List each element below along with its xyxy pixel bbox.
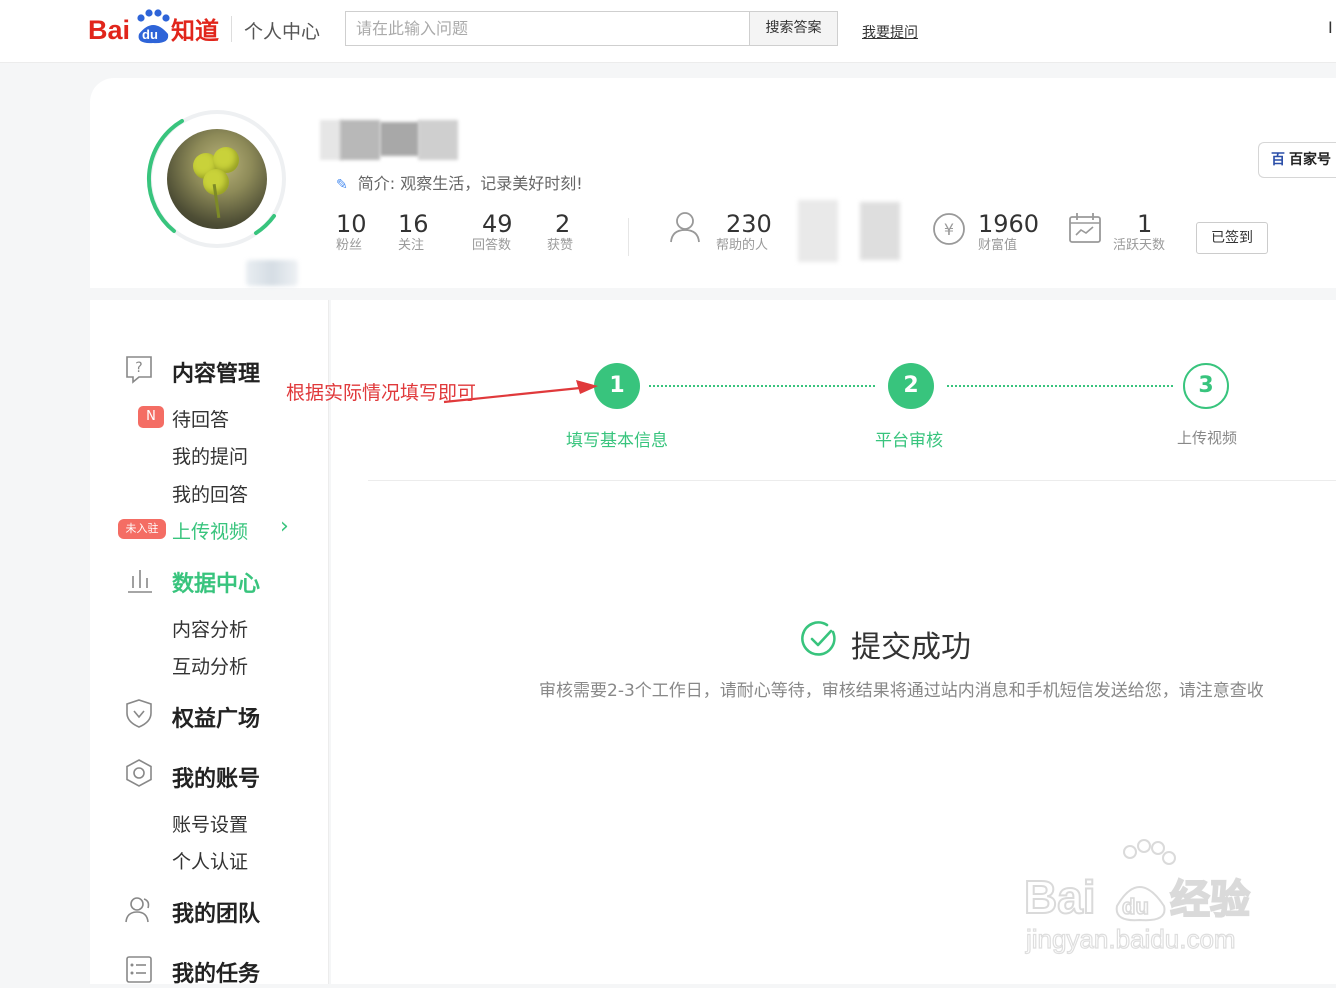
sidebar-section-content-management[interactable]: 内容管理	[172, 356, 260, 388]
step-3-label: 上传视频	[1176, 429, 1237, 447]
search-input[interactable]: 请在此输入问题	[345, 11, 749, 46]
sidebar-item-personal-verification[interactable]: 个人认证	[172, 847, 248, 874]
wealth-count: 1960	[978, 210, 1040, 238]
stat-label: 粉丝	[336, 238, 363, 253]
top-right-menu[interactable]: I	[1328, 18, 1333, 37]
success-check-icon	[801, 621, 836, 656]
chevron-right-icon[interactable]: ›	[280, 514, 289, 539]
stat-label: 回答数	[472, 238, 512, 253]
sidebar-item-my-questions[interactable]: 我的提问	[172, 442, 248, 469]
sidebar-section-benefits[interactable]: 权益广场	[172, 701, 260, 733]
sidebar-item-content-analysis[interactable]: 内容分析	[172, 615, 248, 642]
step-2-circle: 2	[888, 363, 934, 409]
svg-text:Bai: Bai	[1024, 871, 1096, 923]
sidebar-section-my-team[interactable]: 我的团队	[172, 896, 260, 928]
question-icon: ?	[126, 356, 152, 384]
task-list-icon	[126, 956, 152, 983]
person-icon	[670, 212, 700, 243]
wealth-label: 财富值	[978, 238, 1018, 253]
baijiahao-button[interactable]: 百百家号	[1258, 142, 1336, 178]
stat-following[interactable]: 16 关注	[398, 210, 429, 254]
helped-count: 230	[726, 210, 772, 238]
intro-text: 简介: 观察生活，记录美好时刻!	[357, 174, 583, 193]
step-3-circle: 3	[1183, 363, 1229, 409]
success-description: 审核需要2-3个工作日，请耐心等待，审核结果将通过站内消息和手机短信发送给您，请…	[539, 681, 1264, 701]
ask-question-link[interactable]: 我要提问	[862, 22, 918, 42]
calendar-icon	[1069, 213, 1101, 243]
step-1-circle: 1	[594, 363, 640, 409]
step-connector	[649, 385, 875, 387]
stat-number: 2	[555, 210, 571, 238]
top-bar: Bai du 知道 个人中心 请在此输入问题 搜索答案 我要提问 I	[0, 0, 1336, 63]
sidebar-section-data-center[interactable]: 数据中心	[172, 566, 260, 598]
baidu-zhidao-logo[interactable]: Bai du 知道	[88, 8, 224, 48]
step-connector	[947, 385, 1173, 387]
edit-pen-icon[interactable]: ✎	[336, 177, 348, 193]
svg-text:jingyan.baidu.com: jingyan.baidu.com	[1025, 924, 1236, 954]
content-divider	[368, 480, 1336, 481]
stat-label: 获赞	[547, 238, 574, 253]
active-days-label: 活跃天数	[1113, 238, 1166, 253]
svg-text:du: du	[142, 27, 158, 42]
success-title: 提交成功	[851, 630, 971, 665]
logo-divider	[231, 16, 232, 42]
sidebar-item-account-settings[interactable]: 账号设置	[172, 810, 248, 837]
avatar-container[interactable]	[146, 108, 298, 286]
step-2-label: 平台审核	[875, 431, 943, 451]
sidebar-item-pending-answers[interactable]: 待回答	[172, 405, 229, 432]
stat-likes[interactable]: 2 获赞	[547, 210, 573, 254]
blurred-username	[320, 120, 460, 160]
shield-icon	[126, 699, 152, 728]
page-title: 个人中心	[244, 21, 321, 43]
hexagon-gear-icon	[126, 759, 152, 787]
svg-text:?: ?	[135, 360, 142, 376]
sidebar-item-my-answers[interactable]: 我的回答	[172, 480, 248, 507]
blurred-username-badge	[246, 260, 298, 286]
not-joined-badge: 未入驻	[118, 519, 166, 539]
step-1-label: 填写基本信息	[566, 431, 668, 451]
svg-text:Bai: Bai	[88, 15, 130, 45]
profile-intro[interactable]: ✎ 简介: 观察生活，记录美好时刻!	[336, 170, 583, 194]
avatar[interactable]	[167, 129, 267, 229]
baijiahao-label: 百家号	[1289, 152, 1331, 168]
baijiahao-icon: 百	[1271, 152, 1285, 168]
svg-text:¥: ¥	[944, 220, 954, 239]
yen-coin-icon: ¥	[933, 213, 965, 245]
sidebar-section-my-tasks[interactable]: 我的任务	[172, 956, 260, 988]
svg-text:du: du	[1122, 894, 1149, 919]
bar-chart-icon	[128, 570, 152, 593]
stats-divider	[628, 218, 629, 256]
stat-number: 49	[482, 210, 513, 238]
blurred-metric	[860, 202, 900, 260]
baidu-jingyan-watermark: Bai du 经验 jingyan.baidu.com	[1023, 839, 1251, 955]
stat-answers[interactable]: 49 回答数	[472, 210, 513, 254]
stat-number: 16	[398, 210, 429, 238]
sidebar-item-upload-video[interactable]: 上传视频	[172, 517, 248, 544]
new-badge: N	[138, 406, 164, 428]
stat-label: 关注	[398, 238, 425, 253]
search-button[interactable]: 搜索答案	[749, 11, 838, 46]
sidebar-item-interaction-analysis[interactable]: 互动分析	[172, 652, 248, 679]
active-days-count: 1	[1137, 210, 1153, 238]
sidebar-section-my-account[interactable]: 我的账号	[172, 761, 260, 793]
team-icon	[125, 897, 150, 923]
helped-label: 帮助的人	[716, 238, 769, 253]
stat-fans[interactable]: 10 粉丝	[336, 210, 367, 254]
profile-card: ✎ 简介: 观察生活，记录美好时刻! 10 粉丝 16 关注 49 回答数 2 获…	[90, 78, 1336, 288]
stat-number: 10	[336, 210, 367, 238]
blurred-metric	[798, 200, 838, 262]
svg-text:知道: 知道	[171, 17, 219, 45]
svg-text:经验: 经验	[1170, 877, 1250, 923]
signed-in-button[interactable]: 已签到	[1196, 222, 1268, 254]
red-arrow-icon	[443, 380, 598, 404]
